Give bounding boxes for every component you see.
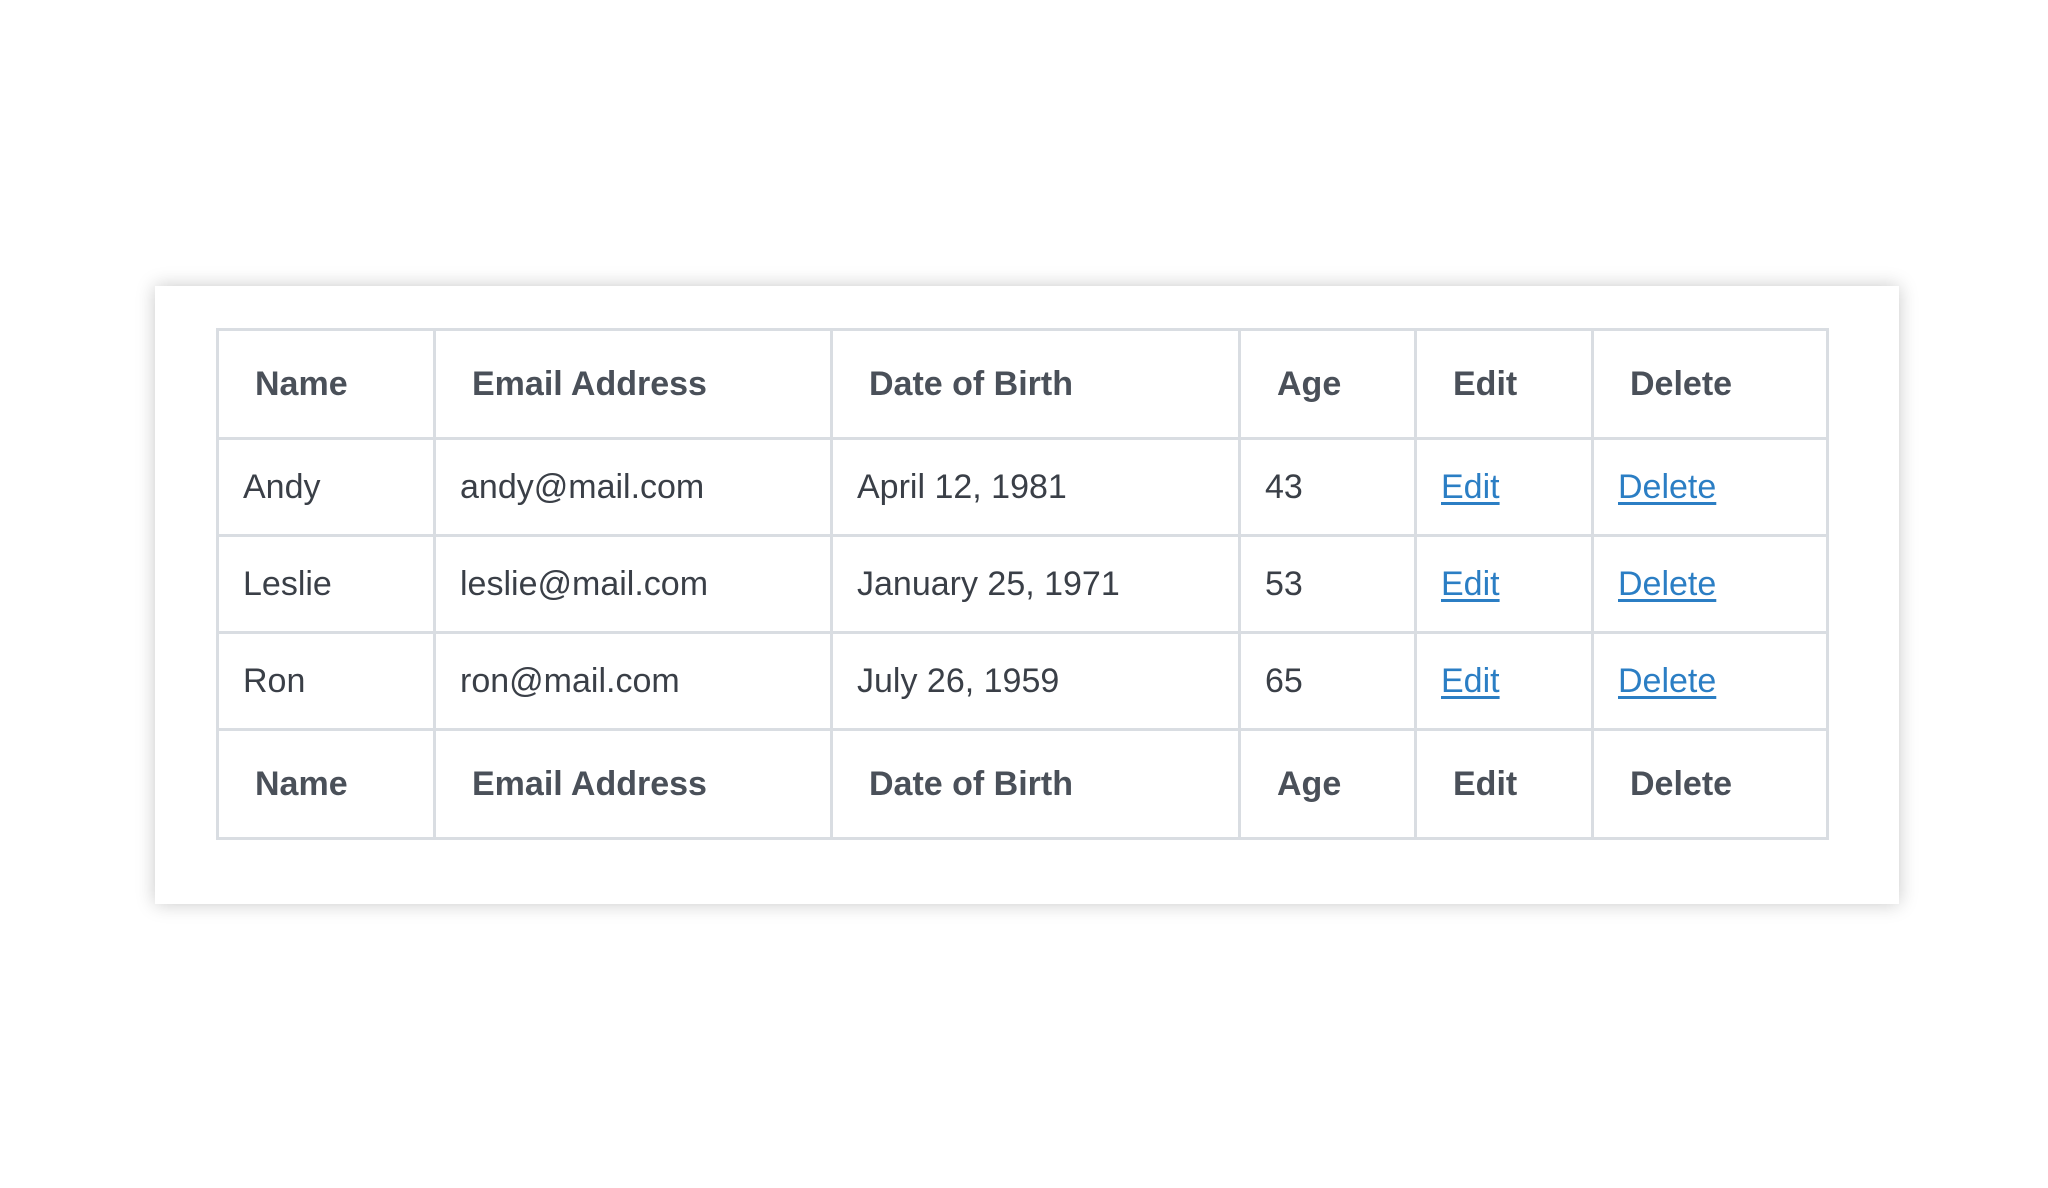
edit-link[interactable]: Edit	[1441, 565, 1500, 603]
table-card: Name Email Address Date of Birth Age Edi…	[155, 286, 1899, 904]
cell-email: leslie@mail.com	[433, 534, 833, 634]
cell-delete: Delete	[1591, 534, 1829, 634]
cell-age: 53	[1238, 534, 1417, 634]
column-header-name: Name	[216, 328, 436, 440]
column-header-delete: Delete	[1591, 328, 1829, 440]
table-row: Leslie leslie@mail.com January 25, 1971 …	[216, 534, 1829, 634]
table-row: Ron ron@mail.com July 26, 1959 65 Edit D…	[216, 631, 1829, 731]
cell-age: 65	[1238, 631, 1417, 731]
table-header: Name Email Address Date of Birth Age Edi…	[216, 328, 1829, 440]
edit-link[interactable]: Edit	[1441, 468, 1500, 506]
column-header-age: Age	[1238, 328, 1417, 440]
table-row: Andy andy@mail.com April 12, 1981 43 Edi…	[216, 437, 1829, 537]
cell-delete: Delete	[1591, 631, 1829, 731]
cell-dob: July 26, 1959	[830, 631, 1241, 731]
footer-header-age: Age	[1238, 728, 1417, 840]
delete-link[interactable]: Delete	[1618, 565, 1716, 603]
cell-edit: Edit	[1414, 631, 1594, 731]
cell-dob: April 12, 1981	[830, 437, 1241, 537]
footer-header-name: Name	[216, 728, 436, 840]
cell-edit: Edit	[1414, 437, 1594, 537]
cell-name: Leslie	[216, 534, 436, 634]
delete-link[interactable]: Delete	[1618, 662, 1716, 700]
cell-name: Ron	[216, 631, 436, 731]
footer-header-email: Email Address	[433, 728, 833, 840]
edit-link[interactable]: Edit	[1441, 662, 1500, 700]
cell-name: Andy	[216, 437, 436, 537]
header-row: Name Email Address Date of Birth Age Edi…	[216, 328, 1829, 440]
cell-email: ron@mail.com	[433, 631, 833, 731]
table-body: Andy andy@mail.com April 12, 1981 43 Edi…	[216, 437, 1829, 731]
footer-header-dob: Date of Birth	[830, 728, 1241, 840]
cell-email: andy@mail.com	[433, 437, 833, 537]
cell-dob: January 25, 1971	[830, 534, 1241, 634]
footer-header-edit: Edit	[1414, 728, 1594, 840]
cell-edit: Edit	[1414, 534, 1594, 634]
footer-row: Name Email Address Date of Birth Age Edi…	[216, 728, 1829, 840]
cell-delete: Delete	[1591, 437, 1829, 537]
column-header-email: Email Address	[433, 328, 833, 440]
cell-age: 43	[1238, 437, 1417, 537]
column-header-edit: Edit	[1414, 328, 1594, 440]
footer-header-delete: Delete	[1591, 728, 1829, 840]
people-table: Name Email Address Date of Birth Age Edi…	[216, 328, 1829, 840]
column-header-dob: Date of Birth	[830, 328, 1241, 440]
table-footer: Name Email Address Date of Birth Age Edi…	[216, 728, 1829, 840]
delete-link[interactable]: Delete	[1618, 468, 1716, 506]
